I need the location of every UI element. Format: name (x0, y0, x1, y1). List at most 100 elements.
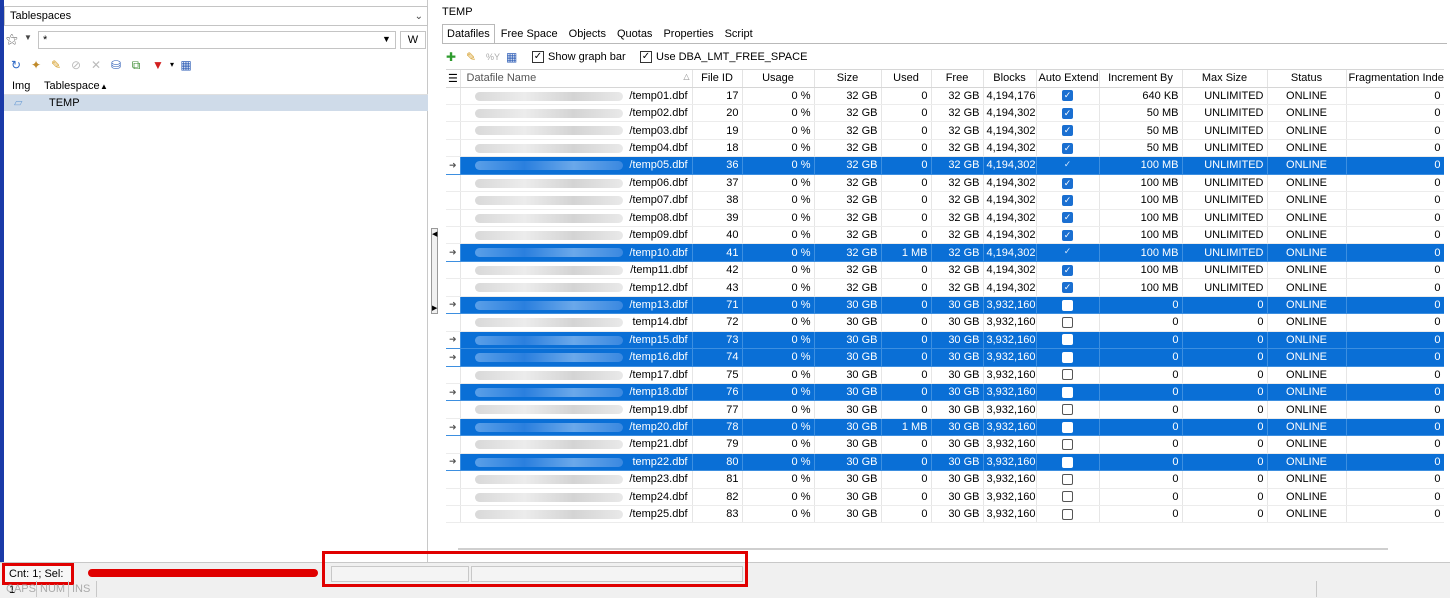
datafile-name-cell[interactable]: temp22.dbf (460, 453, 693, 472)
col-used[interactable]: Used (881, 70, 932, 88)
table-row[interactable]: /temp23.dbf 81 0 % 30 GB 0 30 GB 3,932,160 0 0 ON… (446, 470, 1444, 489)
col-max-size[interactable]: Max Size (1182, 70, 1268, 88)
table-row[interactable]: /temp11.dbf 42 0 % 32 GB 0 32 GB 4,194,302 ✓ 100… (446, 261, 1444, 280)
show-graph-bar-checkbox[interactable]: ✓ (532, 51, 544, 63)
cell-auto-extend[interactable]: ✓ (1036, 139, 1100, 158)
cell-auto-extend[interactable]: ✓ (1036, 278, 1100, 297)
cell-auto-extend[interactable]: ✓ (1036, 156, 1100, 175)
report-icon[interactable]: ▦ (178, 57, 194, 73)
datafile-name-cell[interactable]: /temp09.dbf (460, 226, 693, 245)
datafile-name-cell[interactable]: /temp01.dbf (460, 87, 693, 105)
add-datafile-icon[interactable]: ✚ (446, 49, 456, 65)
cell-auto-extend[interactable] (1036, 313, 1100, 332)
table-row[interactable]: /temp12.dbf 43 0 % 32 GB 0 32 GB 4,194,302 ✓ 100… (446, 278, 1444, 297)
auto-extend-checkbox[interactable]: ✓ (1062, 125, 1073, 137)
table-row[interactable]: /temp24.dbf 82 0 % 30 GB 0 30 GB 3,932,160 0 0 ON… (446, 488, 1444, 507)
tablespace-row[interactable]: ▱ TEMP (4, 95, 428, 111)
table-row[interactable]: /temp09.dbf 40 0 % 32 GB 0 32 GB 4,194,302 ✓ 100… (446, 226, 1444, 245)
chevron-down-icon[interactable]: ⌄ (415, 8, 423, 26)
table-row[interactable]: ➜ temp22.dbf 80 0 % 30 GB 0 30 GB 3,932,160 0 0 ON… (446, 453, 1444, 472)
tab-script[interactable]: Script (720, 24, 758, 44)
cell-auto-extend[interactable] (1036, 418, 1100, 437)
use-dba-lmt-checkbox[interactable]: ✓ (640, 51, 652, 63)
auto-extend-checkbox[interactable]: ✓ (1062, 282, 1073, 294)
disable-icon[interactable]: ⊘ (68, 57, 84, 73)
table-row[interactable]: ➜/temp10.dbf 41 0 % 32 GB 1 MB 32 GB 4,194,302… (446, 243, 1444, 262)
table-row[interactable]: /temp07.dbf 38 0 % 32 GB 0 32 GB 4,194,302 ✓ 100… (446, 191, 1444, 210)
col-datafile-name[interactable]: Datafile Name △ (460, 70, 693, 88)
col-menu-icon[interactable]: ☰ (446, 70, 461, 88)
filter-dropdown-icon[interactable]: ▼ (382, 34, 391, 44)
auto-extend-checkbox[interactable]: ✓ (1062, 160, 1073, 171)
auto-extend-checkbox[interactable]: ✓ (1062, 194, 1073, 206)
datafile-name-cell[interactable]: /temp05.dbf (460, 156, 693, 175)
delete-icon[interactable]: ✕ (88, 57, 104, 73)
tab-quotas[interactable]: Quotas (612, 24, 657, 44)
datafile-name-cell[interactable]: /temp19.dbf (460, 400, 693, 419)
caret-down-icon[interactable]: ▼ (24, 33, 32, 42)
tab-datafiles[interactable]: Datafiles (442, 24, 495, 44)
datafile-name-cell[interactable]: /temp02.dbf (460, 104, 693, 123)
table-row[interactable]: ➜/temp05.dbf 36 0 % 32 GB 0 32 GB 4,194,302 ✓ 10… (446, 156, 1444, 175)
auto-extend-checkbox[interactable] (1062, 317, 1073, 328)
datafile-report-icon[interactable]: ▦ (506, 49, 517, 65)
copy-icon[interactable]: ⧉ (128, 57, 144, 73)
datafile-name-cell[interactable]: /temp18.dbf (460, 383, 693, 402)
auto-extend-checkbox[interactable]: ✓ (1062, 142, 1073, 154)
edit-icon[interactable]: ✎ (48, 57, 64, 73)
datafile-name-cell[interactable]: /temp23.dbf (460, 470, 693, 489)
col-tablespace[interactable]: Tablespace (44, 80, 100, 92)
table-row[interactable]: /temp02.dbf 20 0 % 32 GB 0 32 GB 4,194,302 ✓ 50 … (446, 104, 1444, 123)
refresh-icon[interactable]: ↻ (8, 57, 24, 73)
horizontal-scrollbar[interactable] (458, 548, 1388, 550)
col-size[interactable]: Size (814, 70, 882, 88)
datafile-name-cell[interactable]: /temp04.dbf (460, 139, 693, 158)
auto-extend-checkbox[interactable] (1062, 508, 1073, 520)
cell-auto-extend[interactable] (1036, 296, 1100, 315)
table-row[interactable]: ➜/temp20.dbf 78 0 % 30 GB 1 MB 30 GB 3,932,160… (446, 418, 1444, 437)
object-type-combo[interactable]: Tablespaces ⌄ (4, 6, 428, 26)
filter-input[interactable] (38, 31, 396, 49)
datafile-name-cell[interactable]: /temp07.dbf (460, 191, 693, 210)
datafile-name-cell[interactable]: /temp21.dbf (460, 435, 693, 454)
col-usage[interactable]: Usage (742, 70, 815, 88)
table-row[interactable]: ➜/temp18.dbf 76 0 % 30 GB 0 30 GB 3,932,160 0 0 O… (446, 383, 1444, 402)
tab-objects[interactable]: Objects (564, 24, 611, 44)
auto-extend-checkbox[interactable] (1062, 456, 1073, 468)
datafile-name-cell[interactable]: /temp24.dbf (460, 488, 693, 507)
datafile-name-cell[interactable]: /temp11.dbf (460, 261, 693, 280)
col-fragmentation-index[interactable]: Fragmentation Index (1346, 70, 1444, 88)
auto-extend-checkbox[interactable] (1062, 386, 1073, 398)
auto-extend-checkbox[interactable]: ✓ (1062, 264, 1073, 276)
cell-auto-extend[interactable] (1036, 505, 1100, 524)
col-auto-extend[interactable]: Auto Extend (1036, 70, 1100, 88)
table-row[interactable]: /temp03.dbf 19 0 % 32 GB 0 32 GB 4,194,302 ✓ 50 … (446, 121, 1444, 140)
pane-splitter[interactable]: ◀ ▶ (431, 228, 438, 314)
datafile-name-cell[interactable]: /temp06.dbf (460, 174, 693, 193)
datafile-name-cell[interactable]: /temp12.dbf (460, 278, 693, 297)
new-tablespace-icon[interactable]: ✦ (28, 57, 44, 73)
datafile-name-cell[interactable]: temp14.dbf (460, 313, 693, 332)
cell-auto-extend[interactable]: ✓ (1036, 87, 1100, 105)
col-increment-by[interactable]: Increment By (1099, 70, 1183, 88)
table-row[interactable]: /temp04.dbf 18 0 % 32 GB 0 32 GB 4,194,302 ✓ 50 … (446, 139, 1444, 158)
datafile-name-cell[interactable]: /temp17.dbf (460, 366, 693, 384)
auto-extend-checkbox[interactable] (1062, 351, 1073, 363)
auto-extend-checkbox[interactable] (1062, 299, 1073, 311)
datafile-name-cell[interactable]: /temp10.dbf (460, 243, 693, 262)
cell-auto-extend[interactable]: ✓ (1036, 243, 1100, 262)
edit-datafile-icon[interactable]: ✎ (466, 49, 476, 65)
cell-auto-extend[interactable] (1036, 453, 1100, 472)
datafile-name-cell[interactable]: /temp16.dbf (460, 348, 693, 367)
cell-auto-extend[interactable] (1036, 366, 1100, 384)
datafile-name-cell[interactable]: /temp03.dbf (460, 121, 693, 140)
cell-auto-extend[interactable]: ✓ (1036, 104, 1100, 123)
table-row[interactable]: /temp06.dbf 37 0 % 32 GB 0 32 GB 4,194,302 ✓ 100… (446, 174, 1444, 193)
auto-extend-checkbox[interactable]: ✓ (1062, 212, 1073, 224)
cell-auto-extend[interactable] (1036, 435, 1100, 454)
filter-mode-icon[interactable]: ⚝ (6, 32, 20, 46)
col-img[interactable]: Img (12, 80, 30, 92)
collapse-left-icon[interactable]: ◀ (432, 231, 437, 238)
cell-auto-extend[interactable] (1036, 400, 1100, 419)
datafile-name-cell[interactable]: /temp25.dbf (460, 505, 693, 524)
